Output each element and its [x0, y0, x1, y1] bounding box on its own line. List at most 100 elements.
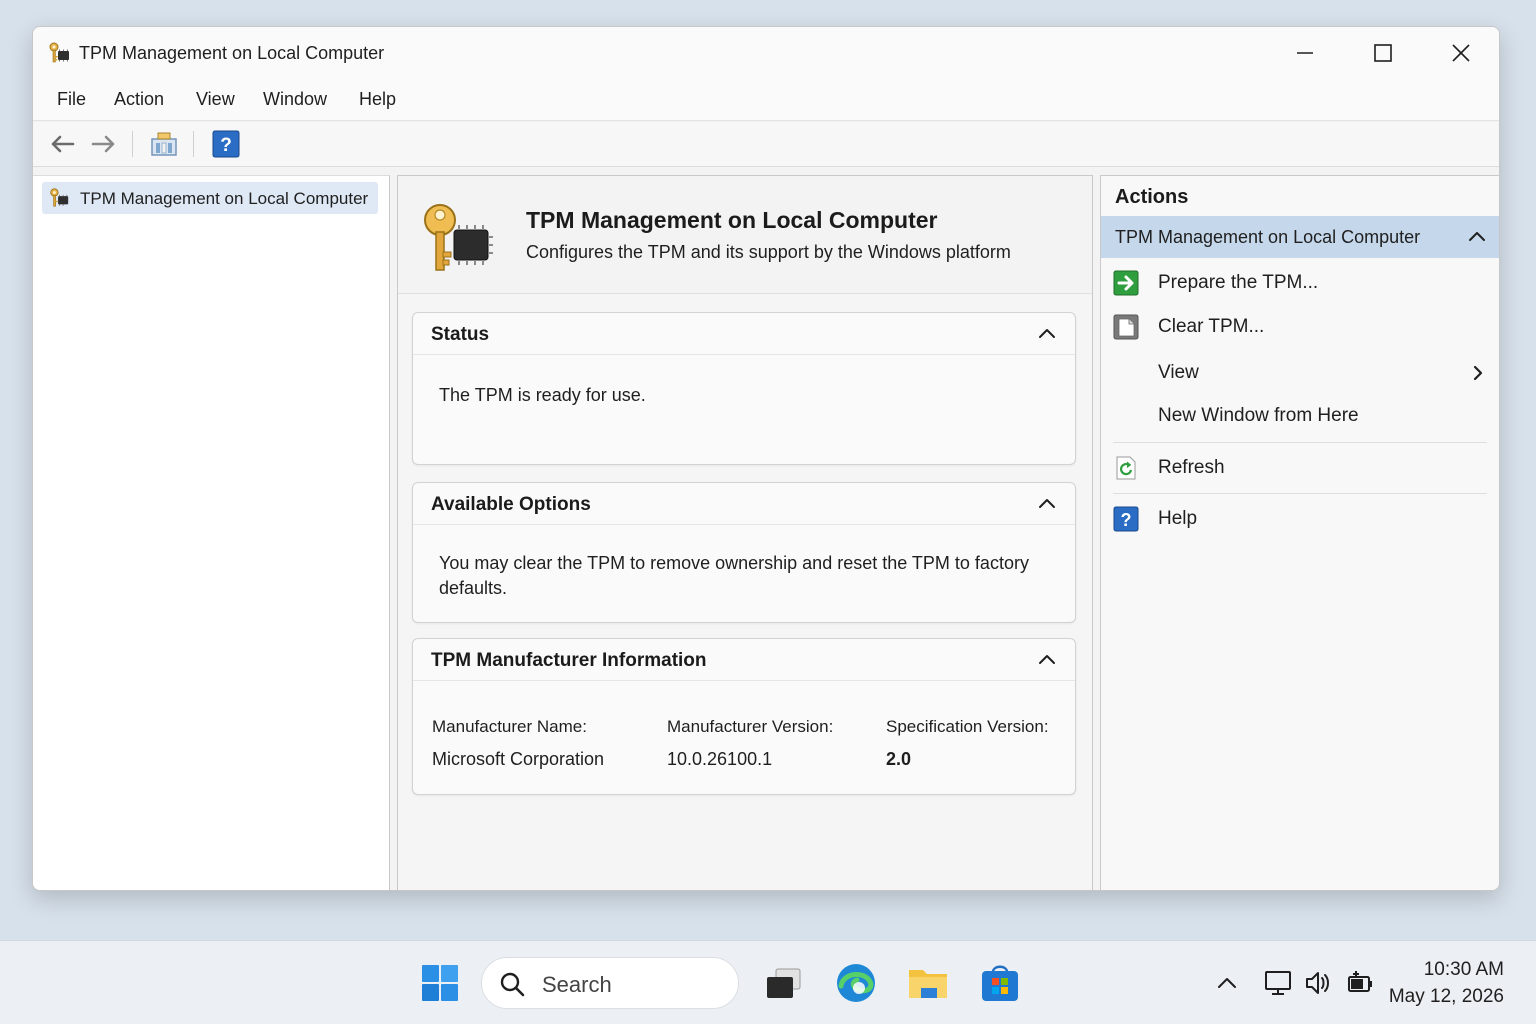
arrow-right-icon — [91, 135, 115, 153]
page-subtitle: Configures the TPM and its support by th… — [526, 242, 1011, 262]
menu-file[interactable]: File — [57, 89, 86, 110]
actions-group-header[interactable]: TPM Management on Local Computer — [1101, 216, 1499, 258]
actions-pane: Actions TPM Management on Local Computer… — [1100, 175, 1499, 890]
refresh-icon — [1116, 456, 1136, 480]
actions-pane-title: Actions — [1115, 186, 1189, 208]
chevron-up-icon — [1218, 978, 1236, 988]
forward-button[interactable] — [89, 129, 119, 159]
title-bar[interactable]: TPM Management on Local Computer — [33, 27, 1499, 79]
speaker-icon — [1306, 972, 1329, 994]
start-button[interactable] — [418, 961, 462, 1005]
clock-date[interactable]: May 12, 2026 — [1389, 986, 1504, 1008]
edge-browser-icon — [837, 964, 875, 1002]
search-icon — [500, 972, 525, 997]
folder-icon — [909, 970, 947, 998]
manufacturer-version-value: 10.0.26100.1 — [667, 749, 773, 769]
results-pane: TPM Management on Local Computer Configu… — [397, 175, 1093, 890]
minimize-button[interactable] — [1275, 33, 1335, 73]
status-section: Status The TPM is ready for use. — [412, 312, 1076, 465]
action-label: View — [1158, 362, 1199, 383]
battery-tray-button[interactable] — [1346, 969, 1374, 997]
arrow-left-icon — [51, 135, 75, 153]
console-tree-pane: TPM Management on Local Computer — [33, 175, 390, 890]
actions-separator — [1113, 493, 1487, 494]
manufacturer-section-header[interactable]: TPM Manufacturer Information — [413, 639, 1075, 681]
tpm-key-icon — [50, 188, 69, 207]
menu-view[interactable]: View — [196, 89, 235, 110]
toolbar-separator — [193, 131, 194, 157]
windows-logo-icon — [422, 965, 458, 1001]
status-section-header[interactable]: Status — [413, 313, 1075, 355]
manufacturer-version-label: Manufacturer Version: — [667, 717, 834, 736]
file-explorer-button[interactable] — [906, 961, 950, 1005]
page-title: TPM Management on Local Computer — [526, 207, 938, 233]
tpm-key-chip-icon — [424, 204, 493, 271]
actions-separator — [1113, 442, 1487, 443]
network-tray-button[interactable] — [1264, 969, 1292, 997]
store-button[interactable] — [978, 961, 1022, 1005]
store-icon — [982, 965, 1018, 1001]
edge-button[interactable] — [834, 961, 878, 1005]
chevron-up-icon — [1469, 232, 1485, 241]
taskbar-search[interactable]: Search — [481, 957, 739, 1009]
available-options-section: Available Options You may clear the TPM … — [412, 482, 1076, 623]
manufacturer-section: TPM Manufacturer Information Manufacture… — [412, 638, 1076, 795]
help-icon: ? — [1113, 506, 1139, 532]
chevron-up-icon[interactable] — [1037, 324, 1057, 344]
menu-action[interactable]: Action — [114, 89, 164, 110]
show-hidden-icons-button[interactable] — [1213, 969, 1241, 997]
options-text: You may clear the TPM to remove ownershi… — [439, 553, 1029, 598]
toolbar-separator — [132, 131, 133, 157]
available-options-header[interactable]: Available Options — [413, 483, 1075, 525]
snapin-header: TPM Management on Local Computer Configu… — [398, 176, 1092, 294]
maximize-button[interactable] — [1353, 33, 1413, 73]
battery-charging-icon — [1348, 971, 1372, 992]
menu-window[interactable]: Window — [263, 89, 327, 110]
specification-version-value: 2.0 — [886, 749, 912, 769]
tree-item-label: TPM Management on Local Computer — [80, 189, 369, 208]
manufacturer-name-value: Microsoft Corporation — [432, 749, 605, 769]
back-button[interactable] — [47, 129, 77, 159]
section-title: Status — [431, 324, 490, 345]
action-view[interactable]: View — [1113, 355, 1487, 391]
close-button[interactable] — [1431, 33, 1491, 73]
task-view-button[interactable] — [762, 961, 806, 1005]
menu-bar: File Action View Window Help — [33, 79, 1499, 121]
console-tree-icon — [151, 132, 177, 156]
arrow-right-green-icon — [1113, 270, 1139, 296]
section-title: TPM Manufacturer Information — [431, 650, 707, 671]
close-icon — [1452, 44, 1470, 62]
actions-group-label: TPM Management on Local Computer — [1115, 227, 1421, 247]
minimize-icon — [1297, 52, 1313, 54]
action-prepare-tpm[interactable]: Prepare the TPM... — [1113, 265, 1487, 301]
chevron-up-icon[interactable] — [1037, 494, 1057, 514]
search-placeholder: Search — [542, 972, 612, 997]
menu-help[interactable]: Help — [359, 89, 396, 110]
taskbar: Search 10:30 AM May 12, 2026 — [0, 940, 1536, 1024]
svg-text:?: ? — [220, 135, 232, 156]
chevron-up-icon[interactable] — [1037, 650, 1057, 670]
tree-item-tpm-management[interactable]: TPM Management on Local Computer — [42, 182, 378, 214]
action-label: Prepare the TPM... — [1158, 272, 1319, 293]
help-icon: ? — [212, 130, 240, 158]
volume-tray-button[interactable] — [1304, 969, 1332, 997]
maximize-icon — [1374, 44, 1392, 62]
show-hide-tree-button[interactable] — [149, 129, 179, 159]
mmc-window: TPM Management on Local Computer File Ac… — [32, 26, 1500, 891]
help-toolbar-button[interactable]: ? — [211, 129, 241, 159]
specification-version-label: Specification Version: — [886, 717, 1049, 736]
clear-page-icon — [1113, 314, 1139, 340]
action-clear-tpm[interactable]: Clear TPM... — [1113, 309, 1487, 345]
clock-time[interactable]: 10:30 AM — [1424, 959, 1504, 981]
window-title: TPM Management on Local Computer — [79, 43, 385, 63]
action-label: Help — [1158, 508, 1198, 529]
tpm-key-icon — [49, 42, 69, 63]
action-label: Refresh — [1158, 457, 1225, 478]
manufacturer-name-label: Manufacturer Name: — [432, 717, 587, 736]
task-view-icon — [767, 968, 801, 998]
chevron-right-icon — [1473, 365, 1483, 381]
action-new-window[interactable]: New Window from Here — [1113, 398, 1487, 434]
action-refresh[interactable]: Refresh — [1113, 450, 1487, 486]
action-help[interactable]: ? Help — [1113, 501, 1487, 537]
section-title: Available Options — [431, 494, 591, 515]
